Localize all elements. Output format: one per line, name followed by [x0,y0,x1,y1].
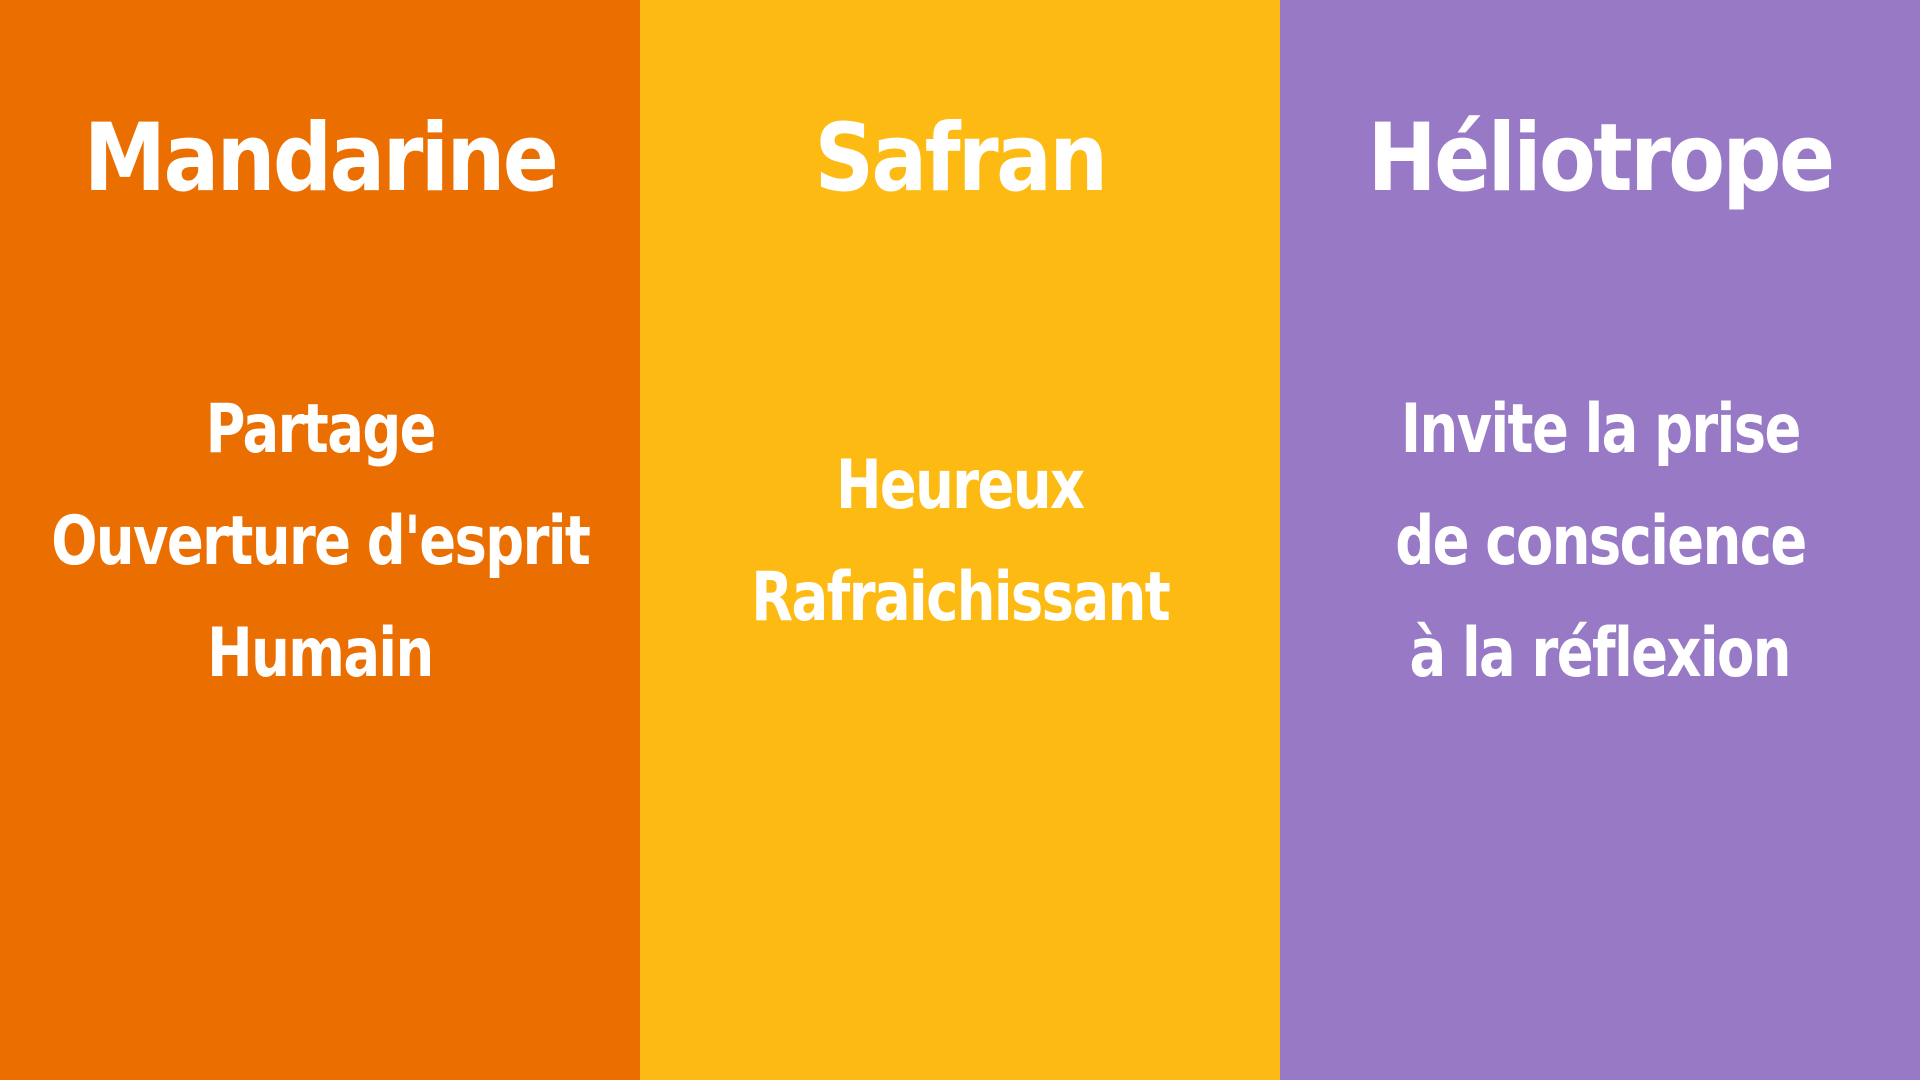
description-line: Humain [207,614,434,693]
color-palette-slide: Mandarine Partage Ouverture d'esprit Hum… [0,0,1920,1080]
panel-safran: Safran Heureux Rafraichissant [640,0,1280,1080]
description-line: Ouverture d'esprit [50,502,591,581]
panel-description: Heureux Rafraichissant [640,0,1280,1080]
description-line: de conscience [1394,502,1807,581]
panel-heliotrope: Héliotrope Invite la prise de conscience… [1280,0,1920,1080]
description-line: Rafraichissant [751,558,1170,637]
description-line: Heureux [836,446,1085,525]
panel-mandarine: Mandarine Partage Ouverture d'esprit Hum… [0,0,640,1080]
description-line: à la réflexion [1409,614,1792,693]
panel-description: Invite la prise de conscience à la réfle… [1280,0,1920,1080]
description-line: Invite la prise [1400,390,1802,469]
description-line: Partage [205,390,436,469]
panel-description: Partage Ouverture d'esprit Humain [0,0,640,1080]
